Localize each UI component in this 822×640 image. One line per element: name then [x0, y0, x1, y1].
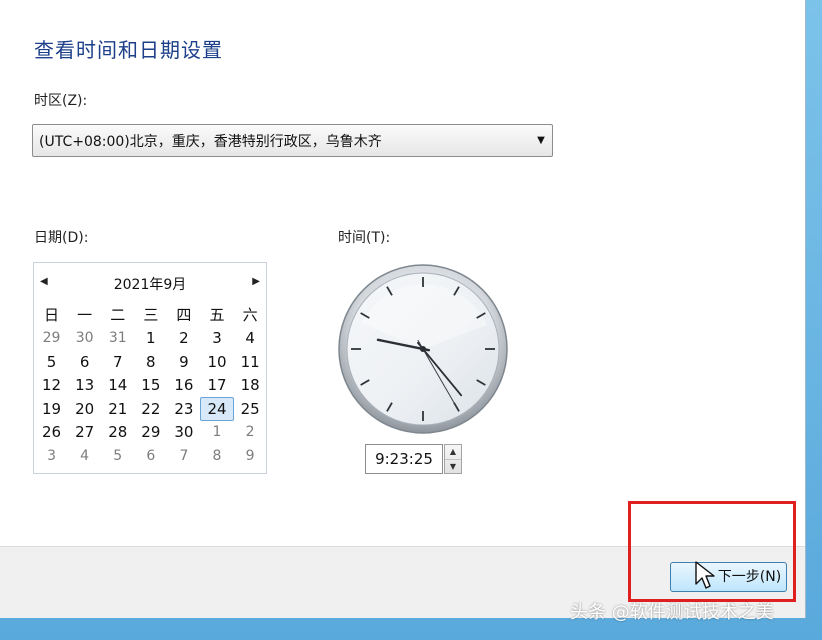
calendar-day-other-month[interactable]: 5	[101, 444, 134, 468]
calendar-day[interactable]: 8	[134, 350, 167, 374]
mouse-cursor-icon	[695, 561, 715, 589]
time-input[interactable]: 9:23:25	[365, 444, 443, 474]
calendar-day-other-month[interactable]: 7	[167, 444, 200, 468]
time-label: 时间(T):	[338, 230, 391, 246]
calendar-day-other-month[interactable]: 3	[35, 444, 68, 468]
weekday-header: 三	[143, 306, 159, 325]
timezone-label: 时区(Z):	[34, 93, 88, 109]
calendar-day[interactable]: 1	[134, 327, 167, 351]
calendar-grid: 日一二三四五六 29 30 31 1 2 3 4 5 6 7 8 9 10 11 12 13 14 15 16 17 18…	[35, 303, 267, 468]
calendar-day[interactable]: 17	[200, 374, 233, 398]
weekday-header: 六	[242, 306, 258, 325]
calendar-day[interactable]: 6	[68, 350, 101, 374]
calendar-day[interactable]: 2	[167, 327, 200, 351]
calendar-day[interactable]: 13	[68, 374, 101, 398]
dropdown-arrow-icon[interactable]: ▼	[530, 135, 552, 146]
calendar-day[interactable]: 4	[234, 327, 267, 351]
calendar-day[interactable]: 12	[35, 374, 68, 398]
calendar-day[interactable]: 27	[68, 421, 101, 445]
calendar-day-other-month[interactable]: 2	[234, 421, 267, 445]
page-title: 查看时间和日期设置	[34, 38, 223, 62]
timezone-dropdown[interactable]: (UTC+08:00)北京，重庆，香港特别行政区，乌鲁木齐 ▼	[32, 124, 553, 157]
calendar-day[interactable]: 9	[167, 350, 200, 374]
next-month-icon[interactable]: ▶	[252, 276, 260, 287]
calendar-day[interactable]: 23	[167, 397, 200, 421]
time-spinner[interactable]: ▲ ▼	[444, 444, 462, 474]
calendar-day[interactable]: 15	[134, 374, 167, 398]
spin-up-icon[interactable]: ▲	[445, 445, 461, 459]
calendar-day[interactable]: 3	[200, 327, 233, 351]
date-label: 日期(D):	[34, 230, 89, 246]
calendar-day[interactable]: 10	[200, 350, 233, 374]
calendar-header: ◀ 2021年9月 ▶	[34, 263, 266, 303]
calendar-day[interactable]: 14	[101, 374, 134, 398]
calendar-day-other-month[interactable]: 4	[68, 444, 101, 468]
clock-center	[420, 346, 426, 352]
calendar-day[interactable]: 16	[167, 374, 200, 398]
weekday-header: 四	[176, 306, 192, 325]
timezone-selected-value: (UTC+08:00)北京，重庆，香港特别行政区，乌鲁木齐	[39, 133, 382, 150]
calendar-day-other-month[interactable]: 1	[200, 421, 233, 445]
calendar-day-other-month[interactable]: 31	[101, 327, 134, 351]
calendar-month-title[interactable]: 2021年9月	[34, 274, 266, 294]
date-time-settings-window: 查看时间和日期设置 时区(Z): (UTC+08:00)北京，重庆，香港特别行政…	[0, 0, 806, 618]
weekday-header: 二	[110, 306, 126, 325]
calendar-day[interactable]: 28	[101, 421, 134, 445]
calendar-day[interactable]: 26	[35, 421, 68, 445]
weekday-header: 日	[44, 306, 60, 325]
calendar-day-other-month[interactable]: 29	[35, 327, 68, 351]
calendar-day[interactable]: 25	[234, 397, 267, 421]
calendar-day[interactable]: 7	[101, 350, 134, 374]
spin-down-icon[interactable]: ▼	[445, 458, 461, 474]
calendar-day[interactable]: 18	[234, 374, 267, 398]
calendar-day-other-month[interactable]: 9	[234, 444, 267, 468]
calendar-day[interactable]: 20	[68, 397, 101, 421]
analog-clock	[338, 264, 508, 434]
weekday-header: 一	[77, 306, 93, 325]
calendar-day-other-month[interactable]: 30	[68, 327, 101, 351]
calendar-day[interactable]: 21	[101, 397, 134, 421]
calendar[interactable]: ◀ 2021年9月 ▶ 日一二三四五六 29 30 31 1 2 3 4 5 6 7 8 9 10 11 12…	[33, 262, 267, 474]
calendar-day-other-month[interactable]: 6	[134, 444, 167, 468]
calendar-day[interactable]: 30	[167, 421, 200, 445]
weekday-header: 五	[209, 306, 225, 325]
calendar-day[interactable]: 29	[134, 421, 167, 445]
calendar-day[interactable]: 22	[134, 397, 167, 421]
calendar-day-other-month[interactable]: 8	[200, 444, 233, 468]
calendar-day-selected[interactable]: 24	[200, 397, 234, 421]
calendar-day[interactable]: 11	[234, 350, 267, 374]
watermark-text: 头条 @软件测试技术之美	[570, 602, 774, 623]
calendar-day[interactable]: 5	[35, 350, 68, 374]
calendar-day[interactable]: 19	[35, 397, 68, 421]
